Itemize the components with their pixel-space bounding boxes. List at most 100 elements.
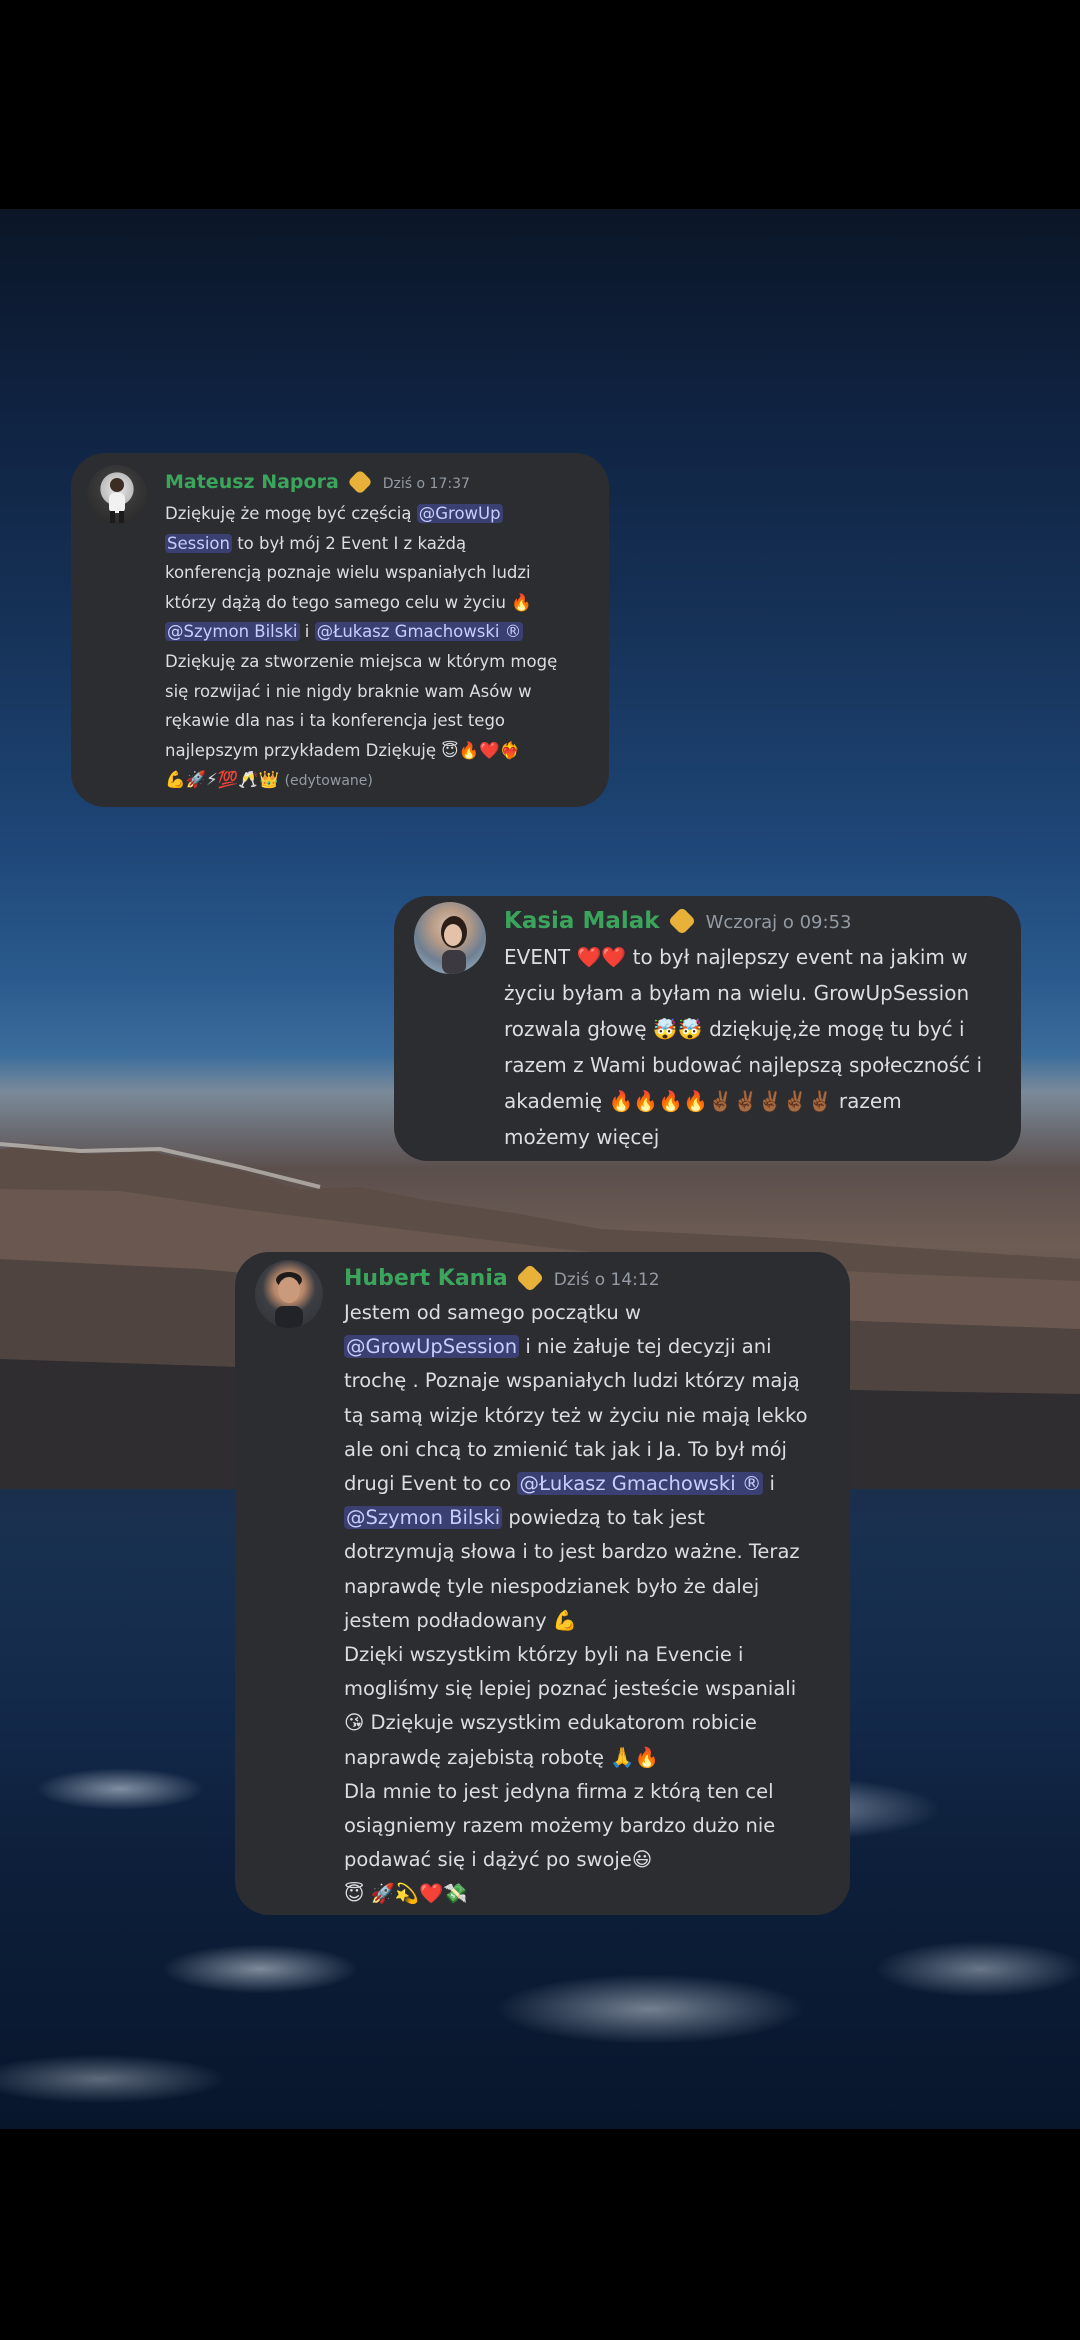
- author-name[interactable]: Kasia Malak Wczoraj o 09:53: [504, 906, 852, 935]
- message-timestamp: Wczoraj o 09:53: [705, 912, 852, 933]
- message-line: jestem podładowany 💪: [344, 1604, 844, 1638]
- message-line: drugi Event to co @Łukasz Gmachowski ® i: [344, 1467, 844, 1501]
- text-run: życiu byłam a byłam na wielu. GrowUpSess…: [504, 981, 970, 1005]
- text-run: którzy dążą do tego samego celu w życiu …: [165, 592, 532, 612]
- avatar[interactable]: [414, 902, 486, 974]
- text-run: to był mój 2 Event I z każdą: [231, 533, 467, 553]
- text-run: podawać się i dążyć po swoje😃: [344, 1848, 653, 1872]
- text-run: 😘 Dziękuje wszystkim edukatorom robicie: [344, 1711, 757, 1735]
- message-line: akademię 🔥🔥🔥🔥✌🏾✌🏾✌🏾✌🏾✌🏾 razem: [504, 1083, 1014, 1119]
- text-run: jestem podładowany 💪: [344, 1608, 578, 1632]
- message-line: 😇 🚀💫❤️💸: [344, 1877, 844, 1911]
- message-text: EVENT ❤️❤️ to był najlepszy event na jak…: [504, 939, 1014, 1155]
- message-line: osiągniemy razem możemy bardzo dużo nie: [344, 1809, 844, 1843]
- message-text: Jestem od samego początku w @GrowUpSessio…: [344, 1296, 844, 1912]
- text-run: Dzięki wszystkim którzy byli na Evencie …: [344, 1643, 744, 1667]
- message-card-kasia-malak: Kasia Malak Wczoraj o 09:53 EVENT ❤️❤️ to…: [394, 896, 1021, 1161]
- author-name-text[interactable]: Hubert Kania: [344, 1266, 508, 1291]
- message-line: @Szymon Bilski powiedzą to tak jest: [344, 1501, 844, 1535]
- message-timestamp: Dziś o 14:12: [553, 1270, 660, 1290]
- message-line: tą samą wizje którzy też w życiu nie maj…: [344, 1399, 844, 1433]
- text-run: i: [299, 622, 315, 642]
- text-run: 💪🚀⚡💯🥂👑: [165, 770, 285, 790]
- text-run: rozwala głowę 🤯🤯 dziękuję,że mogę tu być…: [504, 1017, 965, 1041]
- text-run: naprawdę zajebistą robotę 🙏🔥: [344, 1745, 659, 1769]
- message-line: EVENT ❤️❤️ to był najlepszy event na jak…: [504, 939, 1014, 975]
- text-run: Dla mnie to jest jedyna firma z którą te…: [344, 1779, 774, 1803]
- message-text: Dziękuję że mogę być częścią @GrowUp Sess…: [165, 499, 605, 797]
- message-line: @Szymon Bilski i @Łukasz Gmachowski ®: [165, 617, 605, 647]
- avatar-person-icon: [275, 1272, 303, 1328]
- text-run: ale oni chcą to zmienić tak jak i Ja. To…: [344, 1437, 787, 1461]
- avatar-person-icon: [441, 916, 467, 974]
- message-line: najlepszym przykładem Dziękuję 😇🔥❤️❤️‍🔥: [165, 736, 605, 766]
- message-line: naprawdę zajebistą robotę 🙏🔥: [344, 1741, 844, 1775]
- message-line: możemy więcej: [504, 1119, 1014, 1155]
- text-run: i: [763, 1472, 775, 1496]
- author-name-text[interactable]: Mateusz Napora: [165, 471, 339, 493]
- user-mention[interactable]: @Łukasz Gmachowski ®: [314, 622, 524, 642]
- server-badge-icon: [515, 1263, 544, 1293]
- text-run: i nie żałuje tej decyzji ani: [519, 1335, 772, 1359]
- user-mention[interactable]: @Łukasz Gmachowski ®: [517, 1472, 764, 1496]
- message-line: 💪🚀⚡💯🥂👑 (edytowane): [165, 765, 605, 797]
- message-line: 😘 Dziękuje wszystkim edukatorom robicie: [344, 1706, 844, 1740]
- text-run: powiedzą to tak jest: [502, 1506, 705, 1530]
- message-line: którzy dążą do tego samego celu w życiu …: [165, 588, 605, 618]
- text-run: konferencją poznaje wielu wspaniałych lu…: [165, 563, 531, 583]
- user-mention[interactable]: @GrowUpSession: [344, 1335, 520, 1359]
- avatar[interactable]: [87, 465, 147, 525]
- message-line: dotrzymują słowa i to jest bardzo ważne.…: [344, 1535, 844, 1569]
- text-run: Dziękuję że mogę być częścią: [165, 504, 417, 523]
- message-card-hubert-kania: Hubert Kania Dziś o 14:12 Jestem od sameg…: [235, 1252, 850, 1915]
- message-line: razem z Wami budować najlepszą społeczno…: [504, 1047, 1014, 1083]
- message-line: rękawie dla nas i ta konferencja jest te…: [165, 706, 605, 736]
- server-badge-icon: [667, 906, 696, 935]
- message-line: naprawdę tyle niespodzianek było że dale…: [344, 1570, 844, 1604]
- text-run: akademię 🔥🔥🔥🔥✌🏾✌🏾✌🏾✌🏾✌🏾 razem: [504, 1089, 902, 1113]
- message-line: trochę . Poznaje wspaniałych ludzi którz…: [344, 1364, 844, 1398]
- text-run: 😇 🚀💫❤️💸: [344, 1882, 468, 1906]
- message-line: życiu byłam a byłam na wielu. GrowUpSess…: [504, 975, 1014, 1011]
- text-run: trochę . Poznaje wspaniałych ludzi którz…: [344, 1369, 800, 1393]
- user-mention[interactable]: @Szymon Bilski: [165, 622, 300, 642]
- message-line: @GrowUpSession i nie żałuje tej decyzji …: [344, 1330, 844, 1364]
- message-line: mogliśmy się lepiej poznać jesteście wsp…: [344, 1672, 844, 1706]
- message-line: Dziękuję że mogę być częścią @GrowUp: [165, 499, 605, 529]
- message-line: Jestem od samego początku w: [344, 1296, 844, 1330]
- message-card-mateusz-napora: Mateusz Napora Dziś o 17:37 Dziękuję że m…: [71, 453, 609, 807]
- author-name[interactable]: Hubert Kania Dziś o 14:12: [344, 1263, 660, 1293]
- message-line: ale oni chcą to zmienić tak jak i Ja. To…: [344, 1433, 844, 1467]
- author-name-text[interactable]: Kasia Malak: [504, 908, 660, 934]
- user-mention[interactable]: @Szymon Bilski: [344, 1506, 503, 1530]
- message-line: rozwala głowę 🤯🤯 dziękuję,że mogę tu być…: [504, 1011, 1014, 1047]
- text-run: najlepszym przykładem Dziękuję 😇🔥❤️❤️‍🔥: [165, 740, 521, 760]
- message-line: się rozwijać i nie nigdy braknie wam Asó…: [165, 677, 605, 707]
- avatar[interactable]: [255, 1260, 323, 1328]
- author-name[interactable]: Mateusz Napora Dziś o 17:37: [165, 468, 470, 495]
- text-run: naprawdę tyle niespodzianek było że dale…: [344, 1574, 760, 1598]
- server-badge-icon: [347, 468, 373, 495]
- text-run: razem z Wami budować najlepszą społeczno…: [504, 1053, 983, 1077]
- user-mention[interactable]: Session: [165, 533, 232, 553]
- text-run: rękawie dla nas i ta konferencja jest te…: [165, 711, 506, 731]
- user-mention[interactable]: @GrowUp: [416, 504, 503, 523]
- message-line: Dziękuję za stworzenie miejsca w którym …: [165, 647, 605, 677]
- text-run: EVENT ❤️❤️ to był najlepszy event na jak…: [504, 945, 968, 969]
- text-run: mogliśmy się lepiej poznać jesteście wsp…: [344, 1677, 797, 1701]
- message-line: konferencją poznaje wielu wspaniałych lu…: [165, 558, 605, 588]
- text-run: Dziękuję za stworzenie miejsca w którym …: [165, 651, 558, 671]
- text-run: się rozwijać i nie nigdy braknie wam Asó…: [165, 681, 532, 701]
- edited-label: (edytowane): [284, 773, 373, 790]
- text-run: tą samą wizje którzy też w życiu nie maj…: [344, 1403, 808, 1427]
- text-run: drugi Event to co: [344, 1472, 518, 1496]
- message-line: podawać się i dążyć po swoje😃: [344, 1843, 844, 1877]
- text-run: osiągniemy razem możemy bardzo dużo nie: [344, 1814, 776, 1838]
- message-line: Dzięki wszystkim którzy byli na Evencie …: [344, 1638, 844, 1672]
- message-timestamp: Dziś o 17:37: [382, 476, 470, 492]
- text-run: Jestem od samego początku w: [344, 1301, 641, 1324]
- text-run: dotrzymują słowa i to jest bardzo ważne.…: [344, 1540, 800, 1564]
- message-line: Dla mnie to jest jedyna firma z którą te…: [344, 1775, 844, 1809]
- avatar-person-icon: [109, 478, 125, 523]
- text-run: możemy więcej: [504, 1125, 660, 1149]
